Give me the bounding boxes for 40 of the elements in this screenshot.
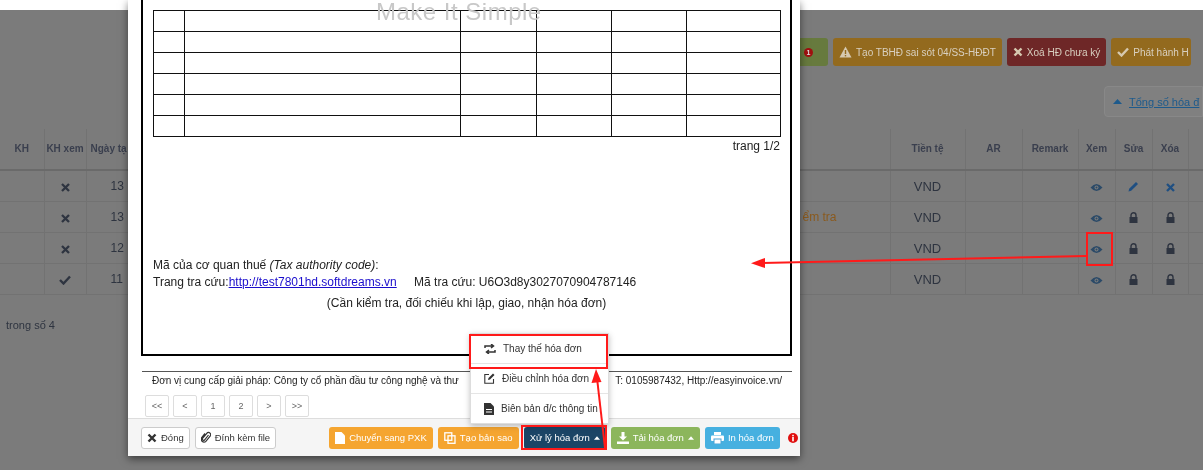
lookup-label: Trang tra cứu:: [153, 275, 229, 289]
menu-item[interactable]: Thay thế hóa đơn: [471, 334, 608, 363]
lookup-code: Mã tra cứu: U6O3d8y3027070904787146: [414, 275, 637, 289]
table-cell: VND: [913, 271, 942, 287]
table-cell: 12: [110, 241, 124, 255]
attach-button[interactable]: Đính kèm file: [194, 426, 277, 449]
menu-item[interactable]: Biên bản đ/c thông tin: [471, 393, 608, 423]
close-button[interactable]: Đóng: [141, 426, 190, 449]
column-header: Remark: [1031, 143, 1069, 154]
column-header: KH xem: [46, 143, 84, 154]
toolbar-button[interactable]: Phát hành H: [1111, 38, 1191, 66]
column-header: Ngày tạ: [90, 143, 127, 154]
table-cell: 13: [110, 210, 124, 224]
table-cell: VND: [913, 209, 942, 225]
page-button[interactable]: <: [173, 395, 197, 417]
page-button[interactable]: <<: [145, 395, 169, 417]
page-button[interactable]: 1: [201, 395, 225, 417]
tax-code-label: Mã của cơ quan thuế (Tax authority code):: [153, 257, 380, 274]
record-count: trong số 4: [6, 319, 55, 331]
provider-note: Đơn vị cung cấp giải pháp: Công ty cổ phần đầu tư công nghệ và thư: [152, 375, 459, 386]
column-header: Xem: [1085, 143, 1108, 154]
column-header: Xóa: [1160, 143, 1180, 154]
column-header: Tiền tệ: [911, 143, 944, 154]
page-button[interactable]: >: [257, 395, 281, 417]
column-header: AR: [986, 143, 1001, 154]
notice-text: (Cần kiểm tra, đối chiếu khi lập, giao, nhận hóa đơn): [326, 296, 607, 310]
column-header: Sửa: [1123, 143, 1144, 154]
table-cell: VND: [913, 178, 942, 194]
page-number: trang 1/2: [732, 139, 780, 153]
provider-note: T: 0105987432, Http://easyinvoice.vn/: [615, 375, 782, 386]
lookup-link[interactable]: http://test7801hd.softdreams.vn: [228, 275, 397, 289]
table-cell: 11: [110, 272, 123, 286]
table-cell: VND: [913, 240, 942, 256]
page-button[interactable]: >>: [285, 395, 309, 417]
column-header: KH: [14, 143, 29, 154]
toolbar-button[interactable]: Tạo TBHĐ sai sót 04/SS-HĐĐT: [833, 38, 1002, 66]
status-text: ểm tra: [802, 210, 837, 224]
table-cell: 13: [110, 179, 124, 193]
toolbar-button[interactable]: Xoá HĐ chưa ký: [1006, 38, 1107, 66]
page-button[interactable]: 2: [229, 395, 253, 417]
